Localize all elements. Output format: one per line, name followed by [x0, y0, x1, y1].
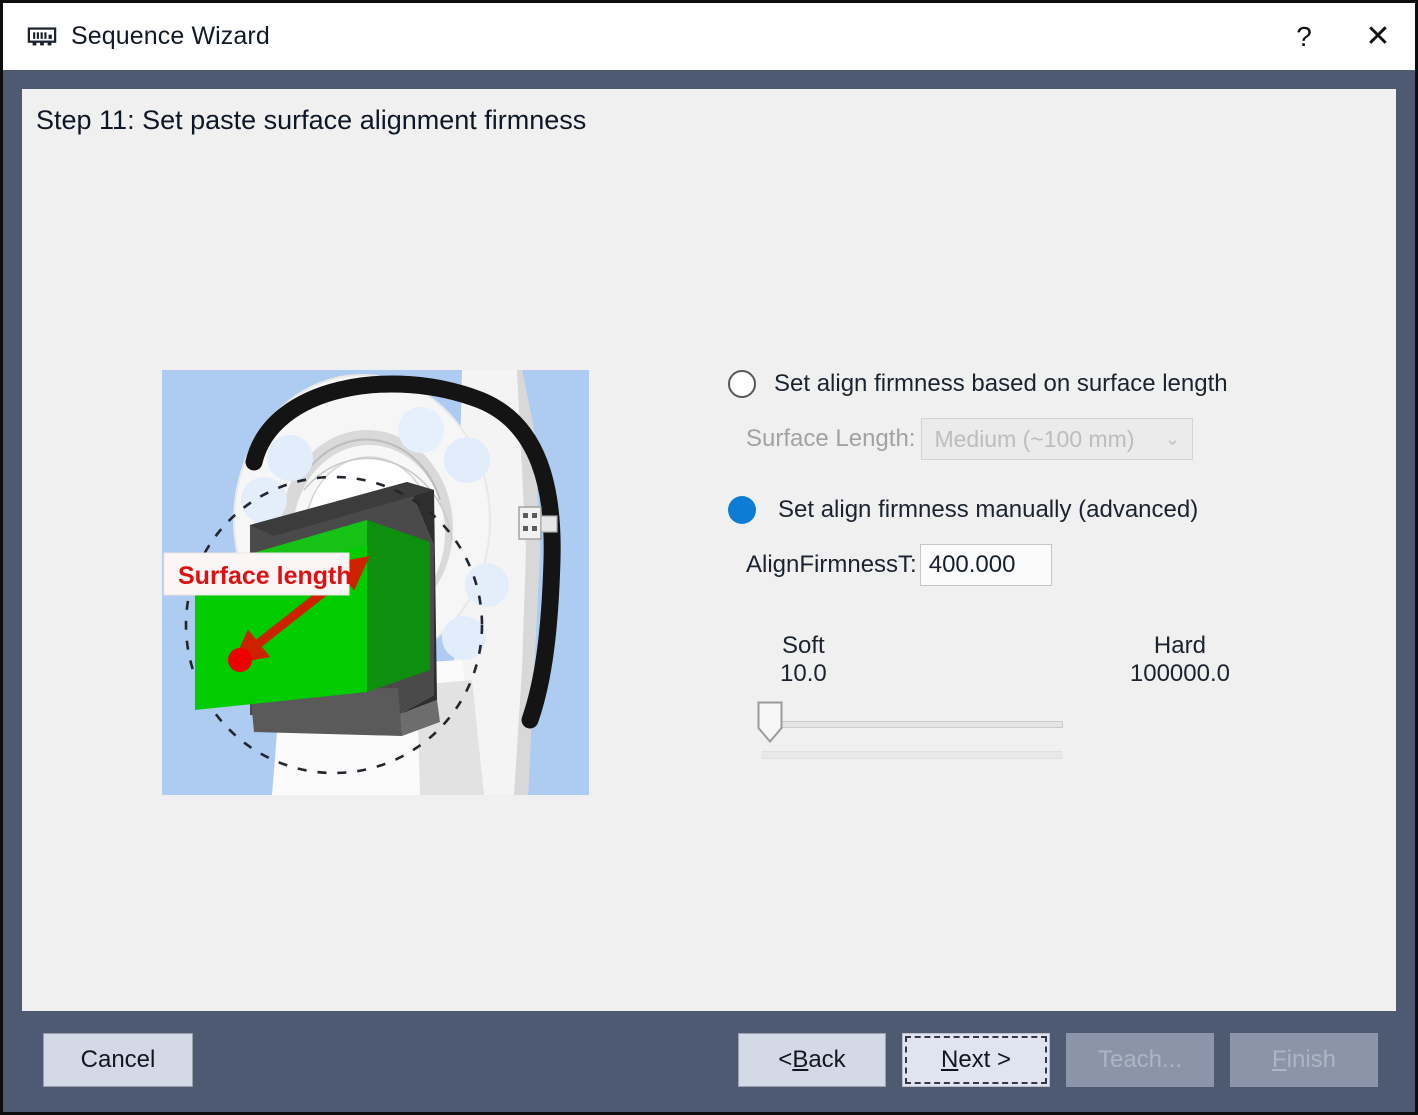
radio-unselected-icon[interactable] [728, 370, 756, 398]
slider-end-labels: Soft 10.0 Hard 100000.0 [748, 632, 1248, 689]
close-button[interactable]: ✕ [1341, 3, 1415, 70]
back-button-suffix: ack [808, 1046, 845, 1074]
next-button-accesskey: N [941, 1046, 958, 1074]
slider-min-value: 10.0 [780, 660, 827, 688]
page-title: Step 11: Set paste surface alignment fir… [36, 105, 586, 136]
slider-tick-bar [762, 751, 1062, 759]
surface-length-dropdown-value: Medium (~100 mm) [934, 426, 1134, 453]
radio-option-surface-length[interactable]: Set align firmness based on surface leng… [728, 370, 1268, 398]
slider-thumb[interactable] [757, 701, 783, 743]
finish-button-accesskey: F [1272, 1046, 1287, 1074]
next-button-suffix: ext > [958, 1046, 1011, 1074]
slider-max-word: Hard [1130, 632, 1230, 660]
finish-button-suffix: inish [1287, 1046, 1336, 1074]
surface-length-annotation: Surface length [178, 562, 352, 590]
slider-track[interactable] [763, 721, 1063, 728]
slider-min-labels: Soft 10.0 [780, 632, 827, 689]
align-firmness-input[interactable]: 400.000 [920, 544, 1052, 586]
firmness-slider-block: Soft 10.0 Hard 100000.0 [748, 632, 1248, 751]
finish-button: Finish [1230, 1033, 1378, 1087]
memory-chip-icon [27, 22, 57, 52]
options-group: Set align firmness based on surface leng… [728, 370, 1268, 751]
back-button[interactable]: < Back [738, 1033, 886, 1087]
radio-option-surface-length-label: Set align firmness based on surface leng… [774, 370, 1228, 398]
next-button[interactable]: Next > [902, 1033, 1050, 1087]
title-bar-controls: ? ✕ [1267, 3, 1415, 70]
wizard-footer: Cancel < Back Next > Teach... Finish [22, 1011, 1396, 1112]
robot-illustration-graphic: Surface length [162, 370, 589, 795]
back-button-prefix: < [778, 1046, 792, 1074]
surface-length-field-row: Surface Length: Medium (~100 mm) ⌄ [746, 418, 1268, 460]
radio-option-manual[interactable]: Set align firmness manually (advanced) [728, 496, 1268, 524]
radio-selected-icon[interactable] [728, 496, 756, 524]
surface-length-dropdown[interactable]: Medium (~100 mm) ⌄ [921, 418, 1193, 460]
slider-max-value: 100000.0 [1130, 660, 1230, 688]
slider-max-labels: Hard 100000.0 [1130, 632, 1230, 689]
help-button[interactable]: ? [1267, 3, 1341, 70]
wizard-frame: Step 11: Set paste surface alignment fir… [3, 70, 1415, 1112]
radio-option-manual-label: Set align firmness manually (advanced) [778, 496, 1198, 524]
align-firmness-label: AlignFirmnessT: [746, 551, 917, 579]
cancel-button[interactable]: Cancel [43, 1033, 193, 1087]
slider-min-word: Soft [780, 632, 827, 660]
chevron-down-icon: ⌄ [1165, 430, 1181, 449]
teach-button: Teach... [1066, 1033, 1214, 1087]
surface-length-label: Surface Length: [746, 425, 915, 453]
content-panel: Step 11: Set paste surface alignment fir… [22, 89, 1396, 1011]
sequence-wizard-window: Sequence Wizard ? ✕ Step 11: Set paste s… [0, 0, 1418, 1115]
align-firmness-field-row: AlignFirmnessT: 400.000 [746, 544, 1268, 586]
back-button-accesskey: B [792, 1046, 808, 1074]
firmness-slider[interactable] [748, 699, 1248, 751]
title-bar: Sequence Wizard ? ✕ [3, 3, 1415, 70]
align-firmness-input-value: 400.000 [929, 551, 1016, 579]
robot-illustration: Surface length [162, 370, 589, 795]
window-title: Sequence Wizard [71, 22, 270, 51]
